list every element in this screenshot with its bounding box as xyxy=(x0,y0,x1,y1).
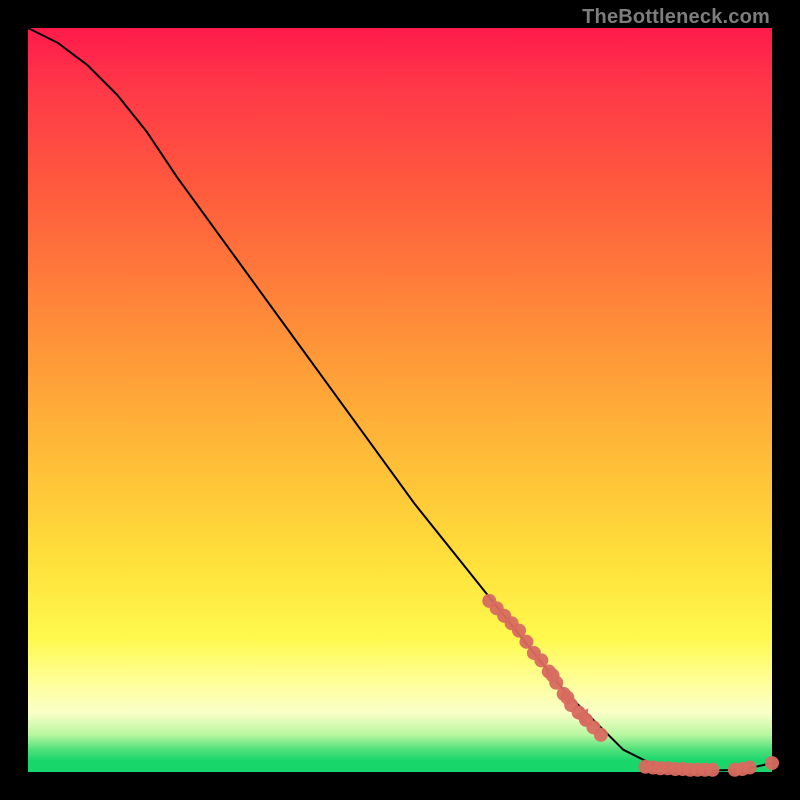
watermark-text: TheBottleneck.com xyxy=(582,6,770,29)
chart-overlay xyxy=(28,28,772,772)
chart-frame: TheBottleneck.com xyxy=(0,0,800,800)
curve-line xyxy=(28,28,772,771)
scatter-upper xyxy=(482,594,608,742)
